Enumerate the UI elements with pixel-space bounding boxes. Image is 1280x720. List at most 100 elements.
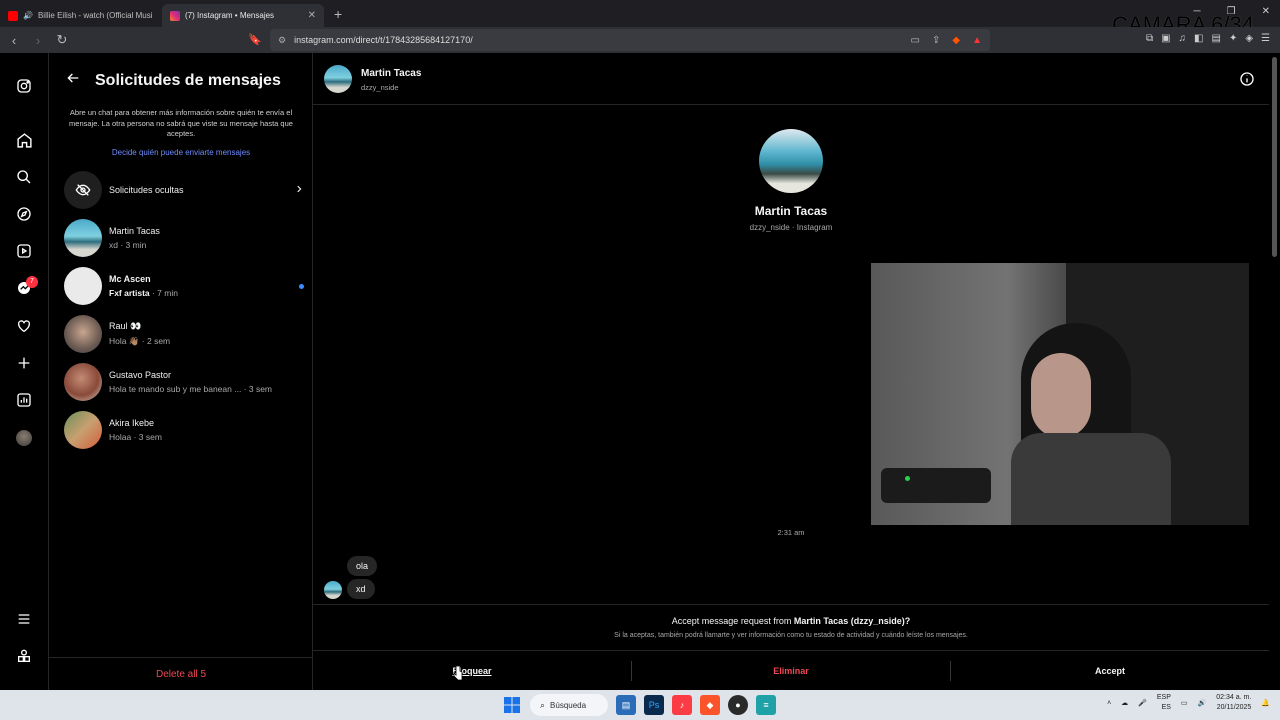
explore-icon[interactable] <box>15 205 33 223</box>
avatar <box>64 267 102 305</box>
youtube-favicon-icon <box>8 10 18 21</box>
wallet-icon[interactable]: ▤ <box>1211 33 1220 44</box>
new-tab-icon[interactable]: + <box>334 6 342 22</box>
taskbar-search[interactable]: ⌕ Búsqueda <box>530 694 608 716</box>
profile-subtitle: dzzy_nside · Instagram <box>749 223 833 232</box>
message-avatar <box>324 581 342 599</box>
message-requests-panel: Solicitudes de mensajes Abre un chat par… <box>49 53 313 690</box>
request-item[interactable]: Akira Ikebe Holaa · 3 sem <box>64 410 304 450</box>
forward-icon[interactable]: › <box>28 33 48 48</box>
sidebar-icon[interactable]: ◧ <box>1194 33 1203 44</box>
home-icon[interactable] <box>15 131 33 149</box>
chat-username: dzzy_nside <box>361 83 399 92</box>
address-bar[interactable]: ⚙ instagram.com/direct/t/178432856841271… <box>270 29 990 51</box>
meta-apps-icon[interactable] <box>15 647 33 665</box>
reels-icon[interactable] <box>15 242 33 260</box>
vpn-icon[interactable]: ◈ <box>1245 33 1253 44</box>
request-item[interactable]: Mc Ascen Fxf artista · 7 min <box>64 266 304 306</box>
itunes-icon[interactable]: ♪ <box>672 695 692 715</box>
request-item[interactable]: Raul 👀 Hola 👋🏽 · 2 sem <box>64 314 304 354</box>
info-icon[interactable] <box>1239 71 1255 92</box>
file-explorer-icon[interactable]: ▤ <box>616 695 636 715</box>
requests-title: Solicitudes de mensajes <box>95 71 281 89</box>
clock[interactable]: 02:34 a. m. 20/11/2025 <box>1216 693 1251 713</box>
accept-button[interactable]: Accept <box>951 661 1269 681</box>
windows-start-icon[interactable] <box>502 695 522 715</box>
volume-icon[interactable]: 🔊 <box>1198 699 1207 707</box>
network-icon[interactable]: ▭ <box>1181 699 1188 707</box>
chevron-up-icon[interactable]: ˄ <box>1107 700 1111 707</box>
extension-icon[interactable]: ⧉ <box>1146 33 1153 44</box>
delete-all-button[interactable]: Delete all 5 <box>49 657 313 690</box>
chat-name[interactable]: Martin Tacas <box>361 68 421 79</box>
bookmark-icon[interactable]: 🔖 <box>248 33 262 46</box>
hidden-requests-row[interactable]: Solicitudes ocultas <box>64 171 304 209</box>
obs-icon[interactable]: ● <box>728 695 748 715</box>
music-icon[interactable]: ♫ <box>1179 33 1187 44</box>
chevron-right-icon <box>294 181 304 199</box>
avatar <box>64 219 102 257</box>
browser-tab-instagram[interactable]: (7) Instagram • Mensajes ✕ <box>162 4 324 27</box>
message-bubble[interactable]: ola <box>347 556 378 576</box>
request-name: Gustavo Pastor <box>109 370 172 380</box>
more-menu-icon[interactable] <box>15 610 33 628</box>
request-item[interactable]: Gustavo Pastor Hola te mando sub y me ba… <box>64 362 304 402</box>
screenshot-icon[interactable]: ▣ <box>1161 33 1170 44</box>
browser-tab-youtube[interactable]: 🔊 Billie Eilish - watch (Official Musi <box>0 4 162 27</box>
cast-icon[interactable]: ▭ <box>911 35 920 46</box>
request-preview: Hola 👋🏽 · 2 sem <box>109 336 171 346</box>
avatar <box>64 411 102 449</box>
requests-info-text: Abre un chat para obtener más informació… <box>69 108 293 138</box>
request-preview: xd · 3 min <box>109 240 147 250</box>
address-bar-actions: ▭ ⇪ ◆ ▲ <box>911 35 982 46</box>
scrollbar-thumb[interactable] <box>1272 57 1277 257</box>
chat-avatar[interactable] <box>324 65 352 93</box>
system-tray: ˄ ☁ 🎤 ESP ES ▭ 🔊 02:34 a. m. 20/11/2025 … <box>1107 693 1270 713</box>
requests-header: Solicitudes de mensajes <box>65 70 281 91</box>
message-bubble[interactable]: xd <box>347 579 375 599</box>
mic-icon[interactable]: 🎤 <box>1138 699 1147 707</box>
profile-name: Martin Tacas <box>754 204 828 218</box>
close-window-icon[interactable]: ✕ <box>1262 6 1270 17</box>
language-indicator[interactable]: ESP ES <box>1157 693 1171 713</box>
notifications-bell-icon[interactable]: 🔔 <box>1261 699 1270 707</box>
mouse-cursor-icon <box>453 665 463 680</box>
menu-icon[interactable]: ☰ <box>1261 33 1270 44</box>
profile-picture[interactable] <box>759 129 823 193</box>
request-item[interactable]: Martin Tacas xd · 3 min <box>64 218 304 258</box>
back-arrow-icon[interactable] <box>65 70 81 91</box>
request-name: Martin Tacas <box>109 226 160 236</box>
dashboard-icon[interactable] <box>15 391 33 409</box>
page-scrollbar[interactable] <box>1269 53 1280 690</box>
accept-who: Martin Tacas (dzzy_nside)? <box>793 616 911 626</box>
brave-shield-icon[interactable]: ◆ <box>952 35 960 46</box>
onedrive-icon[interactable]: ☁ <box>1121 699 1128 707</box>
profile-avatar-icon[interactable] <box>15 429 33 447</box>
notepad-icon[interactable]: ≡ <box>756 695 776 715</box>
avatar <box>64 315 102 353</box>
instagram-logo-icon[interactable] <box>15 77 33 95</box>
request-preview: · 7 min <box>149 288 178 298</box>
back-icon[interactable]: ‹ <box>4 33 24 48</box>
tab-title: (7) Instagram • Mensajes <box>185 11 275 20</box>
heart-icon[interactable] <box>15 317 33 335</box>
reload-icon[interactable]: ↻ <box>52 32 72 48</box>
instagram-sidebar: 7 <box>0 53 49 690</box>
create-icon[interactable] <box>15 354 33 372</box>
request-preview: Holaa · 3 sem <box>109 432 162 442</box>
block-button[interactable]: Bloquear <box>313 661 631 681</box>
brave-icon[interactable]: ◆ <box>700 695 720 715</box>
delete-button[interactable]: Eliminar <box>632 661 950 681</box>
photoshop-icon[interactable]: Ps <box>644 695 664 715</box>
share-icon[interactable]: ⇪ <box>932 35 940 46</box>
chat-panel: Martin Tacas dzzy_nside Martin Tacas dzz… <box>313 53 1269 690</box>
close-tab-icon[interactable]: ✕ <box>308 10 316 21</box>
leo-icon[interactable]: ✦ <box>1229 33 1237 44</box>
unread-dot <box>299 283 304 289</box>
accept-request-prompt: Accept message request from Martin Tacas… <box>313 604 1269 650</box>
search-icon[interactable] <box>15 168 33 186</box>
site-settings-icon[interactable]: ⚙ <box>278 35 286 46</box>
who-can-message-link[interactable]: Decide quién puede enviarte mensajes <box>49 148 313 157</box>
eye-off-icon <box>64 171 102 209</box>
brave-rewards-icon[interactable]: ▲ <box>972 35 982 46</box>
